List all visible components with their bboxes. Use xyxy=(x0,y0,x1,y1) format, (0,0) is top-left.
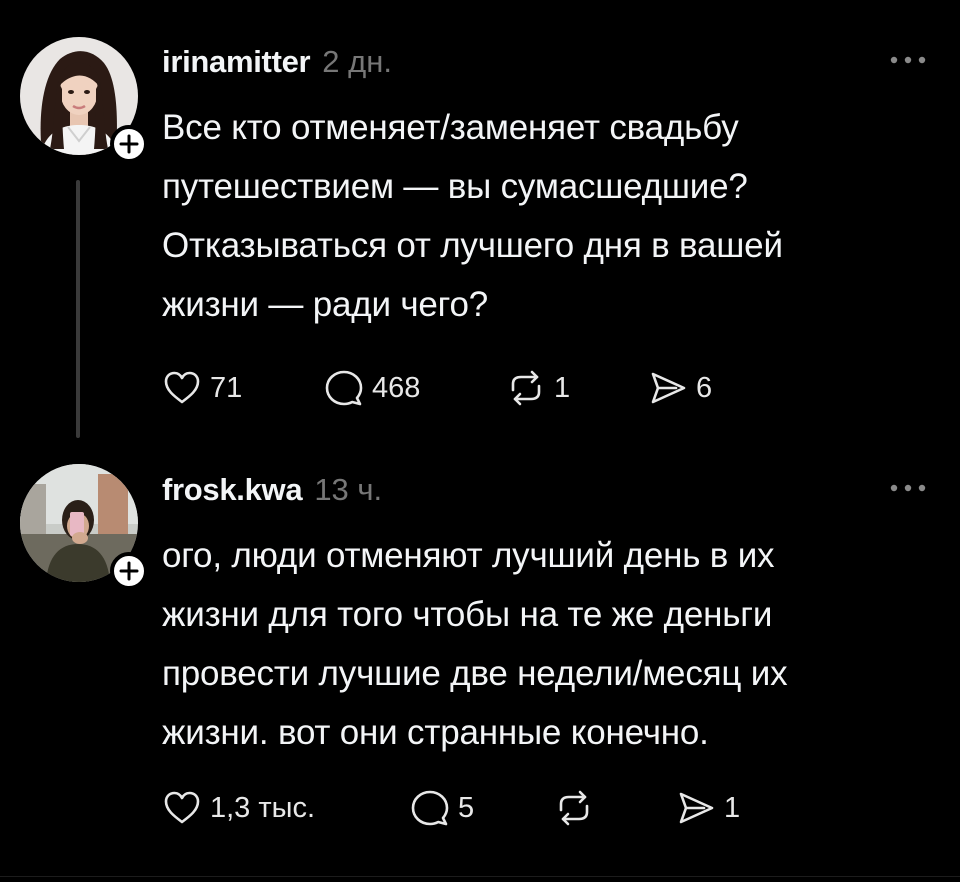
repost-button[interactable]: 1 xyxy=(506,366,648,410)
repost-icon xyxy=(559,790,589,826)
post-frosk-kwa: frosk.kwa 13 ч. ого, люди отменяют лучши… xyxy=(0,450,960,882)
repost-count: 1 xyxy=(554,371,571,404)
share-count: 6 xyxy=(696,371,713,404)
like-button[interactable]: 1,3 тыс. xyxy=(162,786,410,830)
thread-line xyxy=(76,180,80,438)
like-count: 1,3 тыс. xyxy=(210,791,316,824)
comment-button[interactable]: 5 xyxy=(410,786,554,830)
comment-bubble-icon xyxy=(411,790,449,826)
author-avatar[interactable] xyxy=(20,37,148,163)
heart-icon xyxy=(164,791,200,824)
post-time: 13 ч. xyxy=(314,472,383,507)
username[interactable]: frosk.kwa xyxy=(162,472,303,508)
post-irinamitter: irinamitter 2 дн. Все кто отменяет/замен… xyxy=(0,0,960,450)
like-count: 71 xyxy=(210,371,243,404)
more-dots-icon xyxy=(890,56,926,64)
author-avatar[interactable] xyxy=(20,464,148,590)
repost-button[interactable] xyxy=(554,786,676,830)
follow-button[interactable] xyxy=(110,125,148,163)
like-button[interactable]: 71 xyxy=(162,366,324,410)
post-text-line: Отказываться от лучшего дня в вашей xyxy=(162,226,783,265)
more-dots-icon xyxy=(890,484,926,492)
post-text: Все кто отменяет/заменяет свадьбу путеше… xyxy=(162,98,932,334)
post-text-line: жизни — ради чего? xyxy=(162,285,488,324)
post-text-line: провести лучшие две недели/месяц их xyxy=(162,654,788,693)
more-options-button[interactable] xyxy=(886,48,930,72)
post-header: irinamitter 2 дн. xyxy=(162,42,930,82)
post-text: ого, люди отменяют лучший день в их жизн… xyxy=(162,526,932,762)
follow-button[interactable] xyxy=(110,552,148,590)
repost-icon xyxy=(511,370,541,406)
comment-count: 5 xyxy=(458,791,475,824)
plus-icon xyxy=(119,134,139,154)
comment-button[interactable]: 468 xyxy=(324,366,506,410)
share-button[interactable]: 1 xyxy=(676,786,776,830)
post-text-line: Все кто отменяет/заменяет свадьбу xyxy=(162,108,739,147)
post-text-line: путешествием — вы сумасшедшие? xyxy=(162,167,748,206)
share-count: 1 xyxy=(724,791,741,824)
username[interactable]: irinamitter xyxy=(162,44,311,80)
send-icon xyxy=(679,792,714,824)
share-button[interactable]: 6 xyxy=(648,366,768,410)
heart-icon xyxy=(164,371,200,404)
post-time: 2 дн. xyxy=(322,44,392,79)
post-text-line: жизни для того чтобы на те же деньги xyxy=(162,595,773,634)
post-actions: 71 468 1 6 xyxy=(162,366,768,410)
post-actions: 1,3 тыс. 5 1 xyxy=(162,786,776,830)
post-text-line: жизни. вот они странные конечно. xyxy=(162,713,709,752)
send-icon xyxy=(651,372,686,404)
more-options-button[interactable] xyxy=(886,476,930,500)
post-header: frosk.kwa 13 ч. xyxy=(162,470,930,510)
bottom-divider xyxy=(0,876,960,877)
post-text-line: ого, люди отменяют лучший день в их xyxy=(162,536,775,575)
comment-bubble-icon xyxy=(325,370,363,406)
plus-icon xyxy=(119,561,139,581)
comment-count: 468 xyxy=(372,371,421,404)
